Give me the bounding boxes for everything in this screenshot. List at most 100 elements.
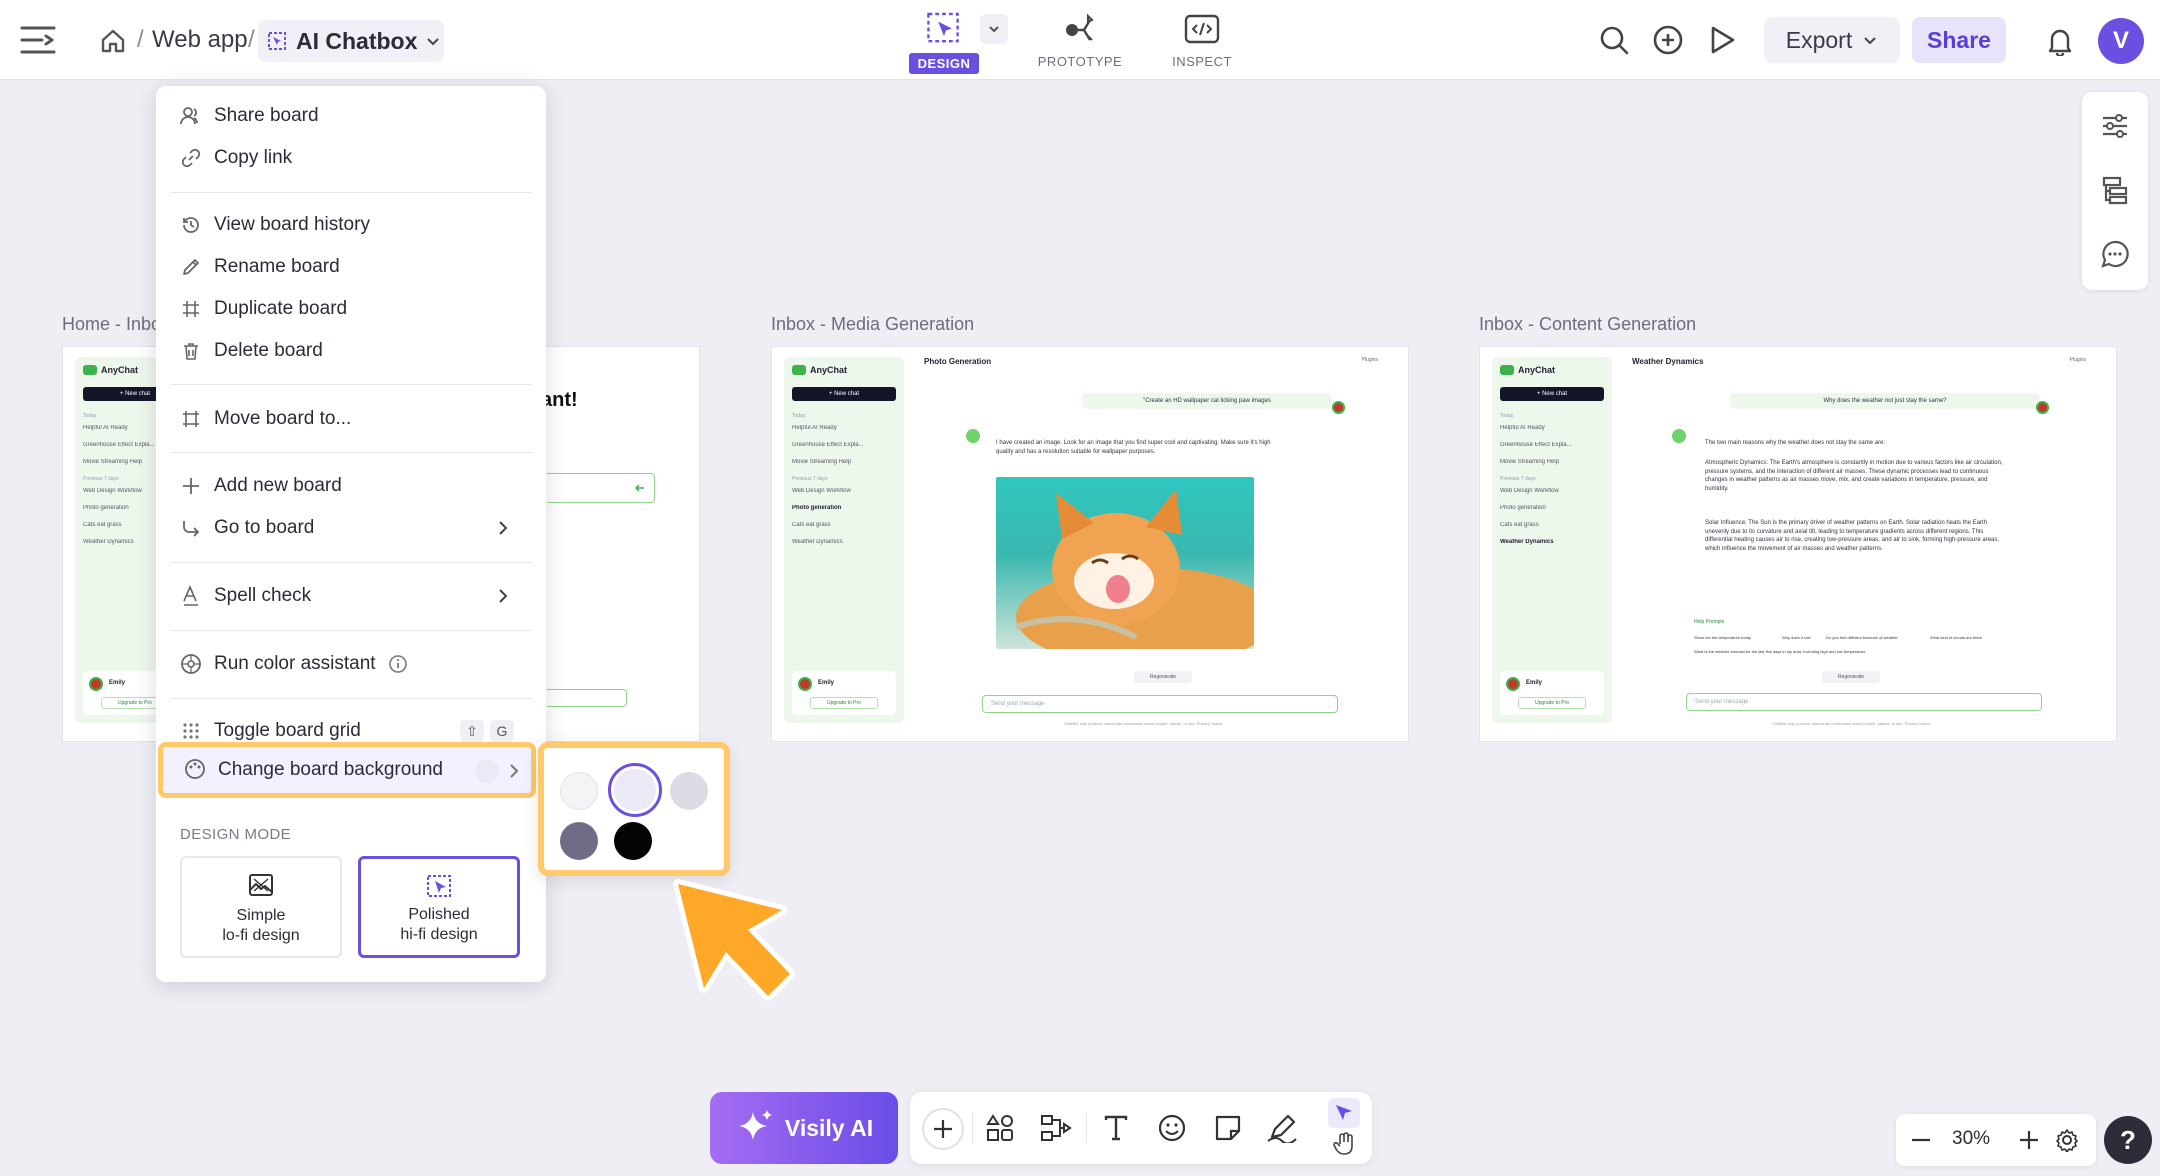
menu-copy-link[interactable]: Copy link — [180, 139, 526, 177]
shapes-icon[interactable] — [982, 1110, 1018, 1146]
pointer-arrow-icon — [673, 879, 795, 1001]
flow-components-icon[interactable] — [1038, 1110, 1074, 1146]
home-input-fragment — [547, 473, 655, 503]
duplicate-frame-icon — [180, 298, 202, 320]
swatch-white[interactable] — [560, 772, 598, 810]
text-tool-icon[interactable] — [1098, 1110, 1134, 1146]
plus-icon — [180, 475, 202, 497]
hand-tool-icon[interactable] — [1328, 1130, 1360, 1158]
add-circle-icon[interactable] — [1650, 22, 1686, 58]
share-button[interactable]: Share — [1912, 17, 2006, 63]
swatch-black[interactable] — [614, 822, 652, 860]
settings-gear-icon[interactable] — [2052, 1126, 2082, 1154]
help-button[interactable]: ? — [2104, 1116, 2152, 1164]
swatch-slate[interactable] — [560, 822, 598, 860]
tab-design-label: DESIGN — [908, 53, 980, 74]
menu-change-board-background[interactable]: Change board background — [158, 742, 536, 798]
board-selector[interactable]: AI Chatbox — [258, 20, 444, 62]
current-bg-swatch — [475, 759, 499, 783]
cat-image — [996, 477, 1254, 649]
frame-title-content: Inbox - Content Generation — [1479, 314, 1697, 334]
design-icon — [425, 873, 453, 899]
emoji-icon[interactable] — [1154, 1110, 1190, 1146]
frame-content-generation[interactable]: AnyChat + New chat Today Helpful AI Read… — [1479, 346, 2117, 742]
bell-icon[interactable] — [2044, 24, 2076, 58]
pencil-icon — [180, 256, 202, 278]
chevron-down-icon — [427, 38, 440, 46]
select-pointer-icon[interactable] — [1328, 1098, 1360, 1128]
media-answer: I have created an image. Look for an ima… — [996, 440, 1271, 455]
grid-dots-icon — [180, 720, 202, 742]
play-icon[interactable] — [1704, 22, 1740, 58]
chevron-right-icon — [510, 764, 519, 778]
menu-go-to-board[interactable]: Go to board — [180, 509, 526, 547]
design-icon — [927, 12, 959, 43]
swatch-light-lavender[interactable] — [608, 763, 662, 817]
board-context-menu: Share board Copy link View board history… — [156, 86, 546, 982]
zoom-control: 30% — [1896, 1114, 2096, 1166]
sliders-icon[interactable] — [2099, 110, 2131, 142]
users-icon — [180, 105, 202, 127]
menu-add-new-board[interactable]: Add new board — [180, 467, 526, 505]
breadcrumb-separator: / — [137, 26, 144, 53]
polished-hifi-design-card[interactable]: Polished hi-fi design — [358, 856, 520, 958]
zoom-out-icon[interactable] — [1906, 1126, 1936, 1154]
breadcrumb-project[interactable]: Web app — [152, 26, 248, 54]
home-send-fragment — [547, 689, 627, 707]
sticky-note-icon[interactable] — [1210, 1110, 1246, 1146]
menu-share-board[interactable]: Share board — [180, 97, 526, 135]
visily-ai-label: Visily AI — [784, 1114, 874, 1141]
menu-duplicate-board[interactable]: Duplicate board — [180, 290, 526, 328]
menu-rename-board[interactable]: Rename board — [180, 248, 526, 286]
mini-sidebar: AnyChat + New chat Today Helpful AI Read… — [784, 357, 904, 723]
spell-check-icon — [180, 585, 202, 607]
tab-inspect[interactable]: INSPECT — [1152, 10, 1252, 74]
simple-lofi-design-card[interactable]: Simple lo-fi design — [180, 856, 342, 958]
tab-prototype-label: PROTOTYPE — [1037, 54, 1123, 69]
media-question: "Create an HD wallpaper cat licking paw … — [1082, 393, 1332, 409]
zoom-in-icon[interactable] — [2014, 1126, 2044, 1154]
main-menu-icon[interactable] — [18, 20, 60, 60]
swatch-light-gray[interactable] — [670, 772, 708, 810]
menu-delete-board[interactable]: Delete board — [180, 332, 526, 370]
menu-spell-check[interactable]: Spell check — [180, 577, 526, 615]
board-icon — [268, 32, 286, 50]
menu-run-color-assistant[interactable]: Run color assistant — [180, 645, 526, 683]
link-icon — [180, 147, 202, 169]
menu-view-history[interactable]: View board history — [180, 206, 526, 244]
palette-icon — [184, 758, 206, 780]
breadcrumb-separator: / — [248, 26, 255, 53]
shift-key: ⇧ — [460, 720, 484, 742]
tab-design[interactable]: DESIGN — [894, 10, 994, 74]
tab-prototype[interactable]: PROTOTYPE — [1030, 10, 1130, 74]
palette-icon — [180, 653, 202, 675]
design-options-chevron[interactable] — [980, 14, 1008, 44]
user-avatar[interactable]: V — [2098, 18, 2144, 64]
frame-media-generation[interactable]: AnyChat + New chat Today Helpful AI Read… — [771, 346, 1409, 742]
g-key: G — [490, 720, 514, 742]
right-tool-panel — [2082, 92, 2148, 290]
chevron-right-icon — [499, 521, 508, 535]
home-icon[interactable] — [98, 26, 128, 56]
media-send-input: Send your message — [982, 695, 1338, 713]
search-icon[interactable] — [1596, 22, 1632, 58]
prototype-icon — [1066, 13, 1094, 41]
info-icon[interactable] — [388, 654, 408, 674]
design-mode-caption: DESIGN MODE — [180, 826, 292, 843]
pen-tool-icon[interactable] — [1264, 1110, 1300, 1146]
home-heading-fragment: ant! — [541, 389, 578, 411]
chevron-right-icon — [499, 589, 508, 603]
change-bg-label: Change board background — [218, 759, 444, 780]
add-tool-icon[interactable] — [922, 1108, 964, 1150]
background-color-popover — [538, 742, 730, 876]
layers-icon[interactable] — [2099, 174, 2131, 206]
zoom-level[interactable]: 30% — [1952, 1128, 1990, 1150]
move-frame-icon — [180, 408, 202, 430]
menu-move-board[interactable]: Move board to... — [180, 400, 526, 438]
regenerate-button: Regenerate — [1134, 671, 1192, 683]
comment-icon[interactable] — [2099, 238, 2131, 270]
visily-ai-button[interactable]: Visily AI — [710, 1092, 898, 1164]
mini-sidebar: AnyChat + New chat Today Helpful AI Read… — [1492, 357, 1612, 723]
export-button[interactable]: Export — [1764, 17, 1900, 63]
bottom-toolbar — [910, 1092, 1372, 1164]
